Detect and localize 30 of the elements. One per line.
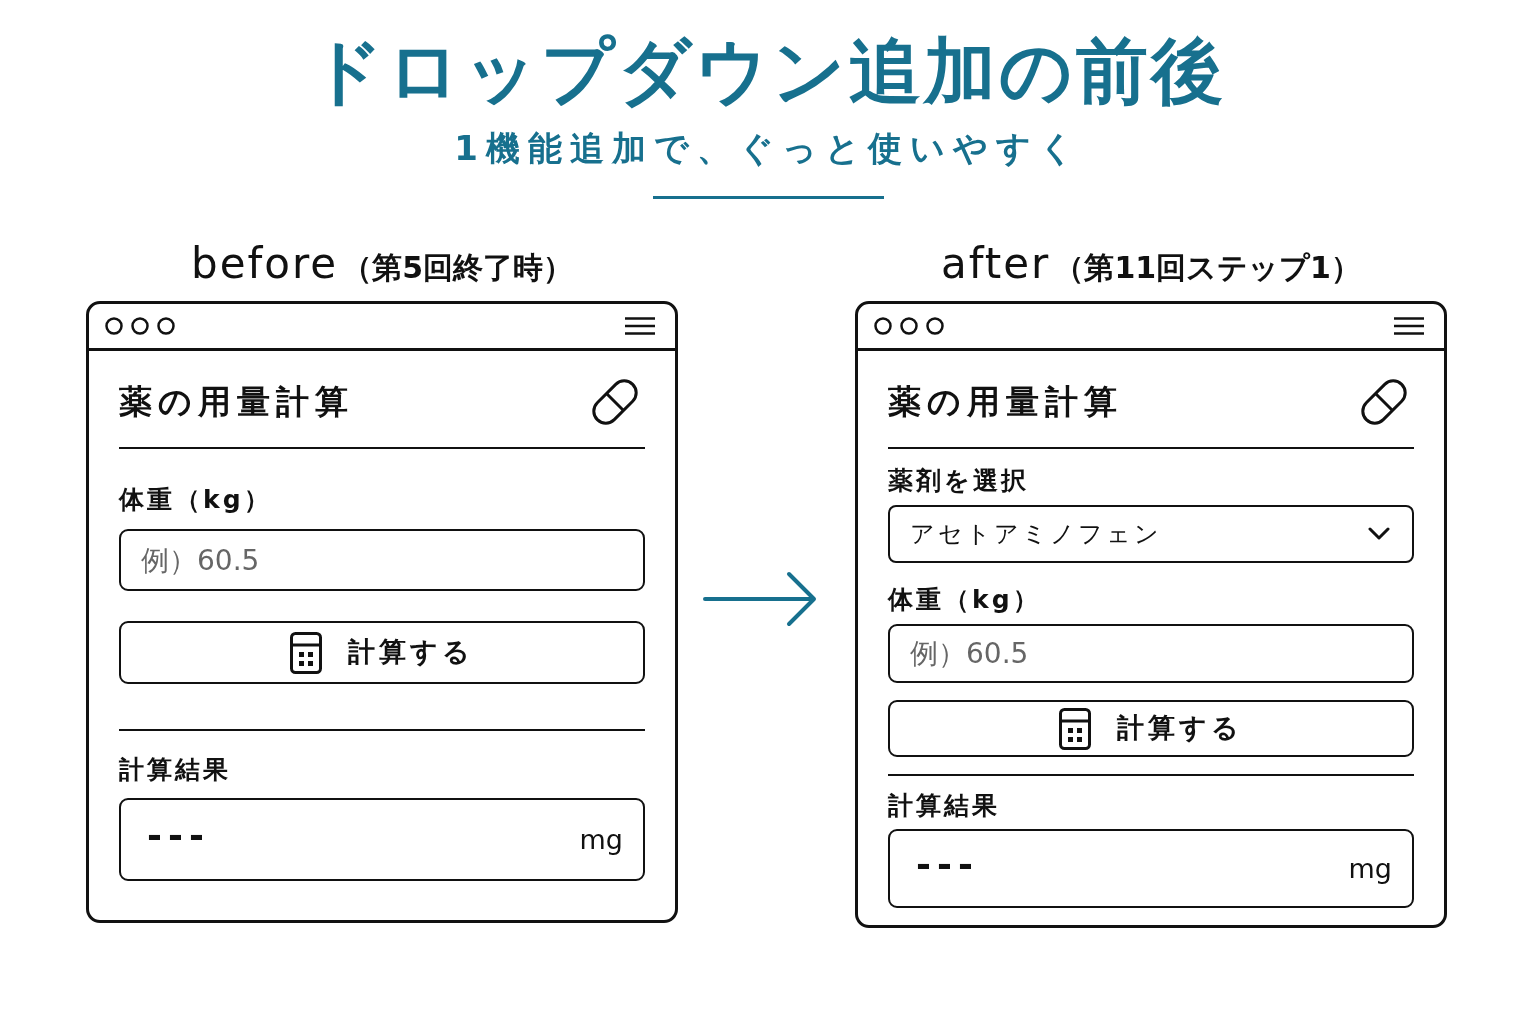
arrow-icon: [703, 570, 818, 628]
field-label: 体重（kg）: [888, 584, 1042, 616]
input-field[interactable]: 例）60.5: [888, 624, 1414, 683]
unit-label: mg: [1348, 851, 1392, 886]
page-title: ドロップダウン追加の前後: [310, 28, 1226, 114]
field-label: 体重（kg）: [119, 484, 273, 516]
result-value: ---: [916, 844, 979, 885]
field-label: 薬剤を選択: [888, 465, 1030, 497]
result-label: 計算結果: [888, 790, 1001, 822]
result-label: 計算結果: [119, 754, 232, 786]
chevron-down-icon: [1368, 527, 1390, 541]
panel-caption: after: [941, 238, 1051, 290]
dropdown[interactable]: アセトアミノフェン: [888, 505, 1414, 563]
menu-icon[interactable]: [1394, 317, 1424, 335]
calculate-button[interactable]: 計算する: [888, 700, 1414, 757]
calculator-icon: [290, 631, 322, 674]
page-subtitle: 1機能追加で、ぐっと使いやすく: [454, 127, 1082, 170]
panel-note: （第11回ステップ1）: [1054, 249, 1361, 287]
panel-caption: before: [190, 238, 339, 290]
app-title: 薬の用量計算: [119, 381, 354, 423]
result-value: ---: [147, 815, 210, 856]
window-dots-icon: [874, 317, 944, 335]
panel-note: （第5回終了時）: [342, 249, 573, 287]
calculate-button[interactable]: 計算する: [119, 621, 645, 684]
input-field[interactable]: 例）60.5: [119, 529, 645, 591]
unit-label: mg: [579, 822, 623, 857]
calculator-icon: [1059, 707, 1091, 750]
window-dots-icon: [105, 317, 175, 335]
app-title: 薬の用量計算: [888, 381, 1123, 423]
menu-icon[interactable]: [625, 317, 655, 335]
